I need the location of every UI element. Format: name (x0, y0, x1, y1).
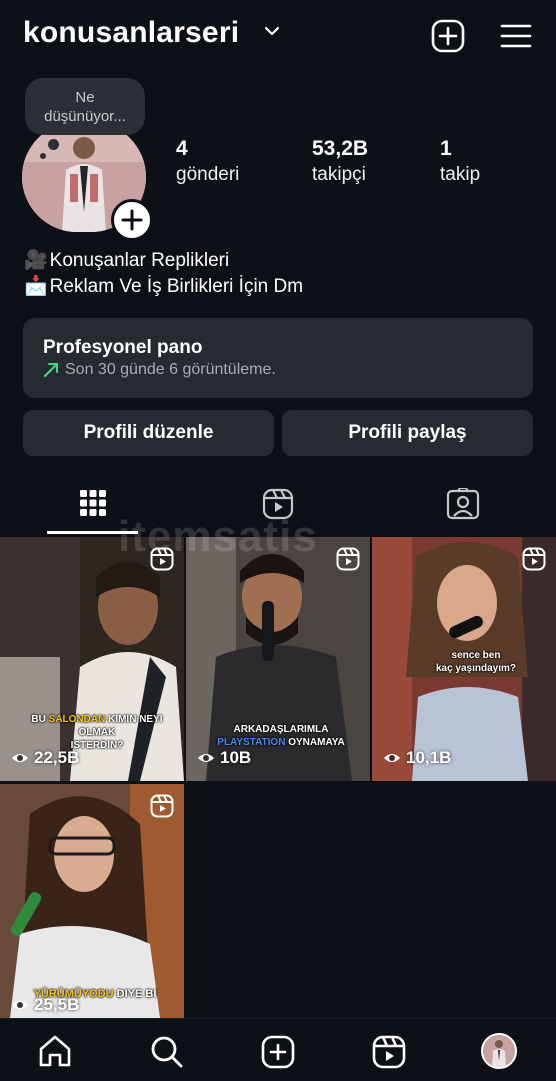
trend-up-icon (44, 363, 58, 377)
eye-icon (12, 1001, 28, 1009)
stat-followers-value: 53,2B (312, 137, 369, 160)
reels-icon[interactable] (372, 1035, 406, 1069)
stat-following[interactable]: 1 takip (440, 136, 480, 188)
note-bubble[interactable]: Ne düşünüyor... (25, 78, 145, 135)
new-post-icon[interactable] (430, 18, 466, 54)
dashboard-subtitle: Son 30 günde 6 görüntüleme. (65, 361, 276, 378)
post-thumbnail (0, 784, 184, 1018)
note-line1: Ne (75, 89, 95, 106)
bio-line-2: 📩 Reklam Ve İş Birlikleri İçin Dm (24, 274, 303, 300)
post-tile[interactable]: sence ben kaç yaşındayım? 10,1B (372, 537, 556, 781)
movie-camera-emoji: 🎥 (24, 250, 48, 271)
post-caption: BU SALONDAN KIMIN NEYI OLMAK ISTERDIN? (31, 714, 163, 751)
stat-followers-label: takipçi (312, 164, 366, 185)
reel-badge-icon (336, 547, 360, 571)
search-icon[interactable] (150, 1035, 184, 1069)
eye-icon (198, 754, 214, 762)
note-bubble-tail-small (40, 153, 46, 159)
reel-badge-icon (150, 794, 174, 818)
share-profile-button[interactable]: Profili paylaş (282, 410, 533, 456)
home-icon[interactable] (38, 1035, 72, 1067)
bio-text-2: Reklam Ve İş Birlikleri İçin Dm (49, 276, 304, 297)
menu-icon[interactable] (500, 18, 532, 54)
grid-icon[interactable] (79, 489, 107, 517)
note-line2: düşünüyor... (44, 108, 126, 125)
chevron-down-icon[interactable] (264, 24, 280, 38)
post-tile[interactable]: BU SALONDAN KIMIN NEYI OLMAK ISTERDIN? 2… (0, 537, 184, 781)
create-icon[interactable] (261, 1035, 295, 1069)
post-tile[interactable]: YÜRÜMÜYODU DIYE BI 25,5B (0, 784, 184, 1018)
profile-avatar-nav[interactable] (481, 1033, 517, 1069)
view-count: 10,1B (383, 748, 451, 768)
professional-dashboard[interactable]: Profesyonel pano Son 30 günde 6 görüntül… (23, 318, 533, 398)
username[interactable]: konusanlarseri (23, 16, 239, 50)
view-count: 22,5B (11, 748, 79, 768)
add-story-button[interactable] (111, 199, 153, 241)
stat-posts-value: 4 (176, 137, 188, 160)
stat-following-label: takip (440, 164, 481, 185)
note-bubble-tail (48, 139, 59, 150)
stat-following-value: 1 (440, 137, 452, 160)
stat-posts[interactable]: 4 gönderi (176, 136, 239, 188)
post-caption: ARKADAŞLARIMLA PLAYSTATION OYNAMAYA (217, 724, 345, 748)
bottom-nav (0, 1018, 556, 1081)
avatar-image (483, 1035, 515, 1067)
eye-icon (12, 754, 28, 762)
bio: 🎥 Konuşanlar Replikleri 📩 Reklam Ve İş B… (24, 248, 303, 300)
envelope-emoji: 📩 (24, 276, 48, 297)
eye-icon (384, 754, 400, 762)
edit-profile-button[interactable]: Profili düzenle (23, 410, 274, 456)
dashboard-title: Profesyonel pano (43, 337, 203, 358)
view-count: 25,5B (11, 995, 79, 1015)
tagged-icon[interactable] (446, 488, 480, 520)
bio-text-1: Konuşanlar Replikleri (49, 250, 230, 271)
stat-posts-label: gönderi (176, 164, 240, 185)
bio-line-1: 🎥 Konuşanlar Replikleri (24, 248, 303, 274)
reel-badge-icon (522, 547, 546, 571)
plus-icon (121, 209, 143, 231)
watermark: itemsatis (118, 512, 318, 561)
post-tile[interactable]: ARKADAŞLARIMLA PLAYSTATION OYNAMAYA 10B (186, 537, 370, 781)
stat-followers[interactable]: 53,2B takipçi (312, 136, 368, 188)
top-bar: konusanlarseri (0, 0, 556, 72)
post-caption: sence ben kaç yaşındayım? (435, 650, 517, 674)
view-count: 10B (197, 748, 251, 768)
